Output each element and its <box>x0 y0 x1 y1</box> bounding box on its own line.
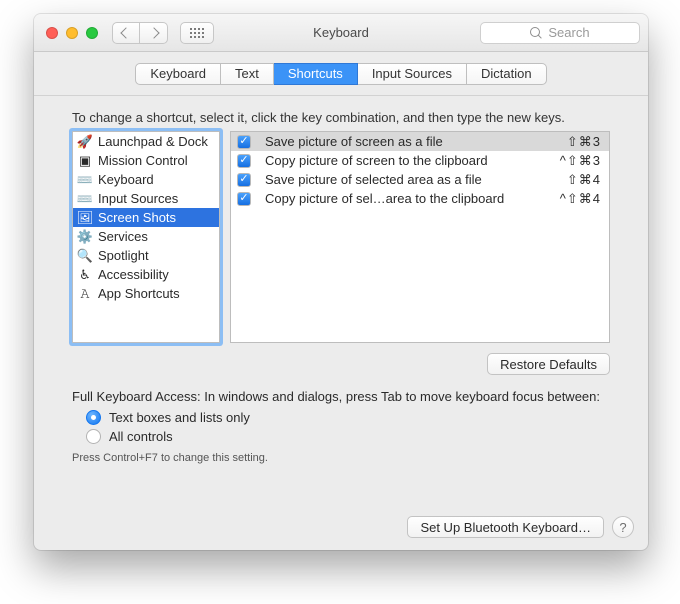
category-list[interactable]: 🚀 Launchpad & Dock ▣ Mission Control ⌨️ Keybo… <box>72 131 220 343</box>
footer: Set Up Bluetooth Keyboard… ? <box>407 516 634 538</box>
radio-label: Text boxes and lists only <box>109 410 250 425</box>
radio-button-icon <box>86 429 101 444</box>
category-label: Keyboard <box>98 172 154 187</box>
category-item[interactable]: ⌨️ Keyboard <box>73 170 219 189</box>
category-label: Spotlight <box>98 248 149 263</box>
category-icon: ⌨️ <box>77 172 93 188</box>
shortcut-checkbox[interactable]: ✓ <box>237 192 251 206</box>
full-keyboard-access-hint: Press Control+F7 to change this setting. <box>72 452 610 464</box>
category-item[interactable]: 𝙰 App Shortcuts <box>73 284 219 303</box>
category-label: App Shortcuts <box>98 286 180 301</box>
shortcut-label: Copy picture of sel…area to the clipboar… <box>265 191 552 206</box>
radio-label: All controls <box>109 429 173 444</box>
window-controls <box>46 27 98 39</box>
search-field[interactable]: Search <box>480 22 640 44</box>
category-label: Screen Shots <box>98 210 176 225</box>
shortcut-checkbox[interactable]: ✓ <box>237 173 251 187</box>
content-area: To change a shortcut, select it, click t… <box>34 96 648 474</box>
category-icon: 🔍 <box>77 248 93 264</box>
category-item[interactable]: ⌨️ Input Sources <box>73 189 219 208</box>
full-keyboard-access-radios: Text boxes and lists only All controls <box>86 410 610 444</box>
tab-row: KeyboardTextShortcutsInput SourcesDictat… <box>34 52 648 96</box>
grid-icon <box>190 28 204 38</box>
category-icon: ♿︎ <box>77 267 93 283</box>
category-item[interactable]: ♿︎ Accessibility <box>73 265 219 284</box>
shortcut-checkbox[interactable]: ✓ <box>237 154 251 168</box>
full-keyboard-access-label: Full Keyboard Access: In windows and dia… <box>72 389 610 404</box>
radio-button-icon <box>86 410 101 425</box>
help-button[interactable]: ? <box>612 516 634 538</box>
shortcut-row[interactable]: ✓ Copy picture of sel…area to the clipboa… <box>231 189 609 208</box>
shortcut-keys[interactable]: ^⇧⌘3 <box>560 153 601 169</box>
shortcut-checkbox[interactable]: ✓ <box>237 135 251 149</box>
restore-defaults-button[interactable]: Restore Defaults <box>487 353 610 375</box>
category-item[interactable]: 🚀 Launchpad & Dock <box>73 132 219 151</box>
shortcut-keys[interactable]: ^⇧⌘4 <box>560 191 601 207</box>
panes: 🚀 Launchpad & Dock ▣ Mission Control ⌨️ Keybo… <box>72 131 610 343</box>
category-label: Accessibility <box>98 267 169 282</box>
category-label: Mission Control <box>98 153 188 168</box>
shortcut-keys[interactable]: ⇧⌘3 <box>567 134 601 150</box>
chevron-left-icon <box>120 27 131 38</box>
tab-keyboard[interactable]: Keyboard <box>135 63 221 85</box>
search-placeholder: Search <box>548 25 589 40</box>
shortcut-row[interactable]: ✓ Copy picture of screen to the clipboard… <box>231 151 609 170</box>
category-icon: 𝙰 <box>77 286 93 302</box>
category-icon: 🚀 <box>77 134 93 150</box>
titlebar: Keyboard Search <box>34 14 648 52</box>
category-icon: ⚙️ <box>77 229 93 245</box>
shortcut-label: Copy picture of screen to the clipboard <box>265 153 552 168</box>
category-icon: ▣ <box>77 153 93 169</box>
close-window-button[interactable] <box>46 27 58 39</box>
category-label: Input Sources <box>98 191 178 206</box>
shortcut-row[interactable]: ✓ Save picture of screen as a file ⇧⌘3 <box>231 132 609 151</box>
shortcut-keys[interactable]: ⇧⌘4 <box>567 172 601 188</box>
nav-back-forward <box>112 22 168 44</box>
category-item[interactable]: ⚙️ Services <box>73 227 219 246</box>
tab-input-sources[interactable]: Input Sources <box>358 63 467 85</box>
radio-option[interactable]: All controls <box>86 429 610 444</box>
search-icon <box>530 27 542 39</box>
back-button[interactable] <box>112 22 140 44</box>
category-label: Services <box>98 229 148 244</box>
shortcut-list[interactable]: ✓ Save picture of screen as a file ⇧⌘3 ✓ Cop… <box>230 131 610 343</box>
forward-button[interactable] <box>140 22 168 44</box>
category-icon: 🖼 <box>77 210 93 226</box>
shortcut-row[interactable]: ✓ Save picture of selected area as a file… <box>231 170 609 189</box>
show-all-button[interactable] <box>180 22 214 44</box>
bluetooth-keyboard-button[interactable]: Set Up Bluetooth Keyboard… <box>407 516 604 538</box>
instruction-text: To change a shortcut, select it, click t… <box>72 110 610 125</box>
radio-option[interactable]: Text boxes and lists only <box>86 410 610 425</box>
chevron-right-icon <box>148 27 159 38</box>
minimize-window-button[interactable] <box>66 27 78 39</box>
tab-dictation[interactable]: Dictation <box>467 63 547 85</box>
preferences-window: Keyboard Search KeyboardTextShortcutsInp… <box>34 14 648 550</box>
shortcut-label: Save picture of screen as a file <box>265 134 559 149</box>
shortcut-label: Save picture of selected area as a file <box>265 172 559 187</box>
tab-shortcuts[interactable]: Shortcuts <box>274 63 358 85</box>
category-icon: ⌨️ <box>77 191 93 207</box>
tab-text[interactable]: Text <box>221 63 274 85</box>
zoom-window-button[interactable] <box>86 27 98 39</box>
category-item[interactable]: 🖼 Screen Shots <box>73 208 219 227</box>
category-item[interactable]: ▣ Mission Control <box>73 151 219 170</box>
category-label: Launchpad & Dock <box>98 134 208 149</box>
category-item[interactable]: 🔍 Spotlight <box>73 246 219 265</box>
